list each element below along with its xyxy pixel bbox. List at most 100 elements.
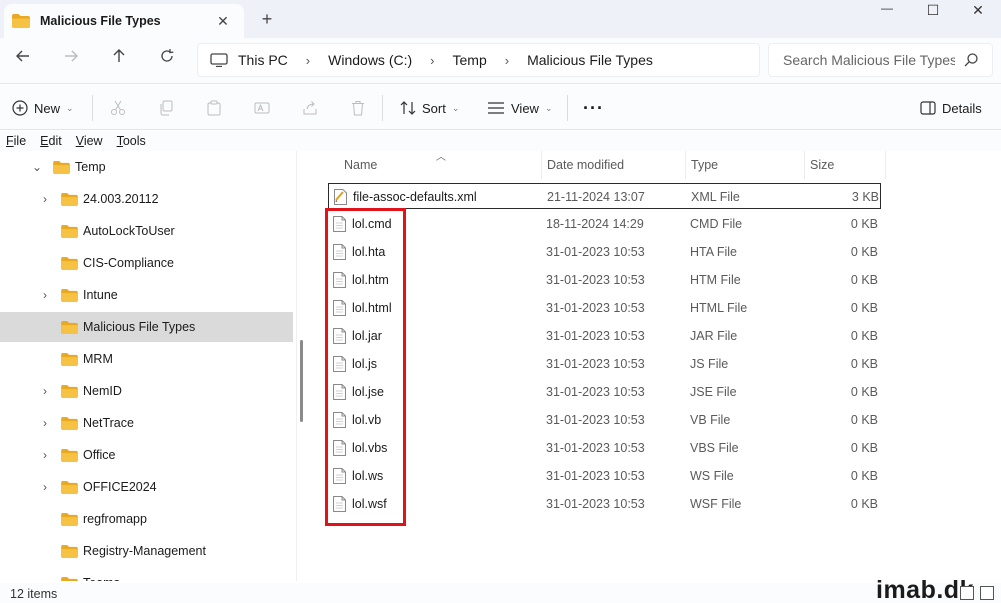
search-icon[interactable] xyxy=(963,52,979,68)
menu-edit[interactable]: Edit xyxy=(40,134,62,148)
chevron-right-icon[interactable]: › xyxy=(505,53,509,68)
command-bar: New ⌄ Sort ⌄ View ⌄ ··· Details xyxy=(0,85,1001,130)
pane-divider[interactable] xyxy=(296,151,297,581)
back-arrow-icon[interactable] xyxy=(9,48,37,72)
close-button[interactable]: ✕ xyxy=(955,0,1001,22)
title-bar: Malicious File Types ✕ + — ☐ ✕ xyxy=(0,0,1001,38)
folder-icon xyxy=(61,353,78,366)
table-row[interactable]: lol.htm 31-01-2023 10:53 HTM File 0 KB xyxy=(328,267,881,293)
menu-tools[interactable]: Tools xyxy=(117,134,146,148)
table-row[interactable]: lol.wsf 31-01-2023 10:53 WSF File 0 KB xyxy=(328,491,881,517)
tiles-view-icon[interactable] xyxy=(980,586,994,600)
file-type: HTA File xyxy=(690,245,737,259)
refresh-icon[interactable] xyxy=(153,48,181,72)
tree-item-registry-management[interactable]: Registry-Management xyxy=(0,536,293,566)
breadcrumb-this-pc[interactable]: This PC xyxy=(238,52,288,68)
tree-item-label: Intune xyxy=(83,288,118,302)
table-row[interactable]: lol.html 31-01-2023 10:53 HTML File 0 KB xyxy=(328,295,881,321)
table-row[interactable]: lol.vbs 31-01-2023 10:53 VBS File 0 KB xyxy=(328,435,881,461)
delete-icon[interactable] xyxy=(350,97,366,119)
more-options-button[interactable]: ··· xyxy=(583,97,604,119)
chevron-right-icon[interactable]: › xyxy=(38,384,52,398)
folder-icon xyxy=(12,14,30,28)
tree-item-nettrace[interactable]: › NetTrace xyxy=(0,408,293,438)
table-row[interactable]: lol.jse 31-01-2023 10:53 JSE File 0 KB xyxy=(328,379,881,405)
annotation-highlight-box xyxy=(325,208,406,526)
navigation-pane[interactable]: ⌄ Temp › 24.003.20112 AutoLockToUser CIS-Comp… xyxy=(0,151,296,581)
chevron-right-icon[interactable]: › xyxy=(38,416,52,430)
tree-item-cis-compliance[interactable]: CIS-Compliance xyxy=(0,248,293,278)
tree-item-office[interactable]: › Office xyxy=(0,440,293,470)
tree-item-temp[interactable]: ⌄ Temp xyxy=(0,152,293,182)
file-type: CMD File xyxy=(690,217,743,231)
search-input[interactable] xyxy=(783,52,955,68)
tab-malicious-file-types[interactable]: Malicious File Types ✕ xyxy=(4,4,244,38)
tree-item-autolocktouser[interactable]: AutoLockToUser xyxy=(0,216,293,246)
tree-item-mrm[interactable]: MRM xyxy=(0,344,293,374)
file-size: 0 KB xyxy=(850,441,878,455)
table-row[interactable]: lol.js 31-01-2023 10:53 JS File 0 KB xyxy=(328,351,881,377)
paste-icon[interactable] xyxy=(206,97,222,119)
chevron-right-icon[interactable]: › xyxy=(38,480,52,494)
rename-icon[interactable] xyxy=(254,97,270,119)
tree-item-teams[interactable]: Teams xyxy=(0,568,293,581)
tree-item-24-003-20112[interactable]: › 24.003.20112 xyxy=(0,184,293,214)
details-button[interactable]: Details xyxy=(920,97,982,119)
breadcrumb-temp[interactable]: Temp xyxy=(453,52,487,68)
maximize-button[interactable]: ☐ xyxy=(910,0,956,22)
file-size: 0 KB xyxy=(850,217,878,231)
chevron-right-icon[interactable]: › xyxy=(306,53,310,68)
file-size: 0 KB xyxy=(850,245,878,259)
file-list[interactable]: Name Date modified Type Size file-assoc-… xyxy=(312,151,1001,581)
up-arrow-icon[interactable] xyxy=(105,48,133,72)
menu-file[interactable]: File xyxy=(6,134,26,148)
file-size: 0 KB xyxy=(850,413,878,427)
table-row[interactable]: lol.hta 31-01-2023 10:53 HTA File 0 KB xyxy=(328,239,881,265)
details-view-icon[interactable] xyxy=(960,586,974,600)
file-size: 0 KB xyxy=(850,357,878,371)
tree-item-regfromapp[interactable]: regfromapp xyxy=(0,504,293,534)
copy-icon[interactable] xyxy=(158,97,174,119)
navigation-scrollbar[interactable] xyxy=(300,340,303,422)
file-size: 0 KB xyxy=(850,301,878,315)
folder-icon xyxy=(53,161,70,174)
table-row[interactable]: lol.vb 31-01-2023 10:53 VB File 0 KB xyxy=(328,407,881,433)
cut-icon[interactable] xyxy=(110,97,126,119)
search-box[interactable] xyxy=(768,43,993,77)
breadcrumb-malicious-file-types[interactable]: Malicious File Types xyxy=(527,52,653,68)
chevron-right-icon[interactable]: › xyxy=(430,53,434,68)
divider xyxy=(567,95,568,121)
chevron-right-icon[interactable]: › xyxy=(38,192,52,206)
chevron-right-icon[interactable]: › xyxy=(38,288,52,302)
tree-item-intune[interactable]: › Intune xyxy=(0,280,293,310)
table-row[interactable]: lol.ws 31-01-2023 10:53 WS File 0 KB xyxy=(328,463,881,489)
column-header-date-modified[interactable]: Date modified xyxy=(541,151,686,179)
table-row[interactable]: lol.cmd 18-11-2024 14:29 CMD File 0 KB xyxy=(328,211,881,237)
file-date-modified: 31-01-2023 10:53 xyxy=(546,469,645,483)
new-button[interactable]: New ⌄ xyxy=(12,97,74,119)
minimize-button[interactable]: — xyxy=(864,0,910,22)
breadcrumb-windows-c[interactable]: Windows (C:) xyxy=(328,52,412,68)
tree-item-malicious-file-types[interactable]: Malicious File Types xyxy=(0,312,293,342)
file-name[interactable]: file-assoc-defaults.xml xyxy=(353,184,477,210)
share-icon[interactable] xyxy=(302,97,318,119)
forward-arrow-icon[interactable] xyxy=(57,48,85,72)
tree-item-office2024[interactable]: › OFFICE2024 xyxy=(0,472,293,502)
new-tab-button[interactable]: + xyxy=(256,6,278,32)
sort-button[interactable]: Sort ⌄ xyxy=(400,97,459,119)
close-tab-icon[interactable]: ✕ xyxy=(210,13,236,30)
chevron-right-icon[interactable]: › xyxy=(38,448,52,462)
table-row[interactable]: lol.jar 31-01-2023 10:53 JAR File 0 KB xyxy=(328,323,881,349)
file-type: JAR File xyxy=(690,329,738,343)
view-button[interactable]: View ⌄ xyxy=(487,97,553,119)
file-type: XML File xyxy=(691,190,740,204)
chevron-down-icon[interactable]: ⌄ xyxy=(30,160,44,174)
folder-icon xyxy=(61,385,78,398)
menu-view[interactable]: View xyxy=(76,134,103,148)
column-header-size[interactable]: Size xyxy=(804,151,886,179)
address-bar[interactable]: This PC › Windows (C:) › Temp › Maliciou… xyxy=(197,43,760,77)
column-header-type[interactable]: Type xyxy=(685,151,805,179)
tree-item-nemid[interactable]: › NemID xyxy=(0,376,293,406)
file-type: JSE File xyxy=(690,385,737,399)
table-row[interactable]: file-assoc-defaults.xml 21-11-2024 13:07 X… xyxy=(328,183,881,209)
